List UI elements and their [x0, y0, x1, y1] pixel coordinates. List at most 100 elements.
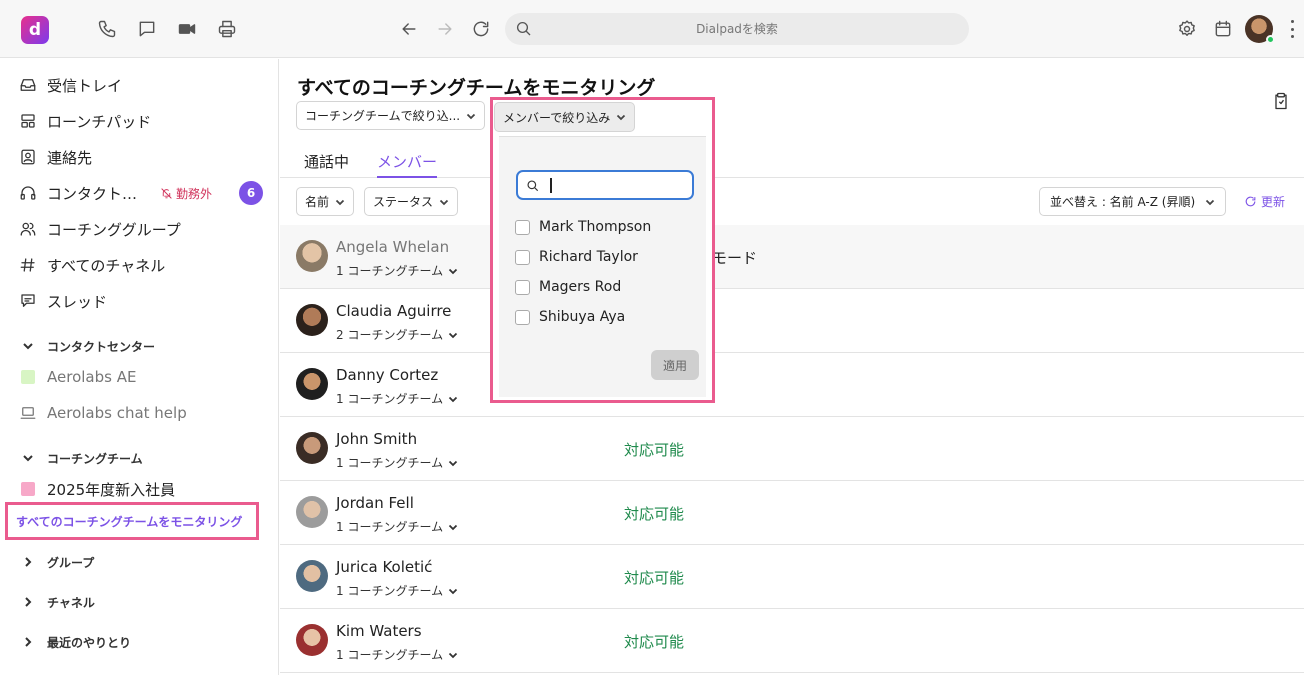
reload-icon[interactable] — [469, 17, 493, 41]
member-option[interactable]: Richard Taylor — [515, 247, 638, 267]
section-coaching-team[interactable]: コーチングチーム — [0, 446, 279, 470]
chevron-down-icon — [448, 332, 458, 338]
name-filter[interactable]: 名前 — [296, 187, 355, 216]
search-icon — [516, 21, 531, 36]
forward-arrow-icon[interactable] — [433, 17, 457, 41]
more-menu-icon[interactable] — [1289, 20, 1295, 38]
hash-icon — [18, 255, 38, 275]
sidebar-item-label: 受信トレイ — [47, 76, 123, 95]
settings-icon[interactable] — [1175, 17, 1199, 41]
sidebar-item-2025-new-hires[interactable]: 2025年度新入社員 — [0, 474, 279, 504]
unread-count-badge: 6 — [239, 181, 263, 205]
coaching-team-count[interactable]: 1 コーチングチーム — [336, 390, 458, 407]
table-row[interactable]: Claudia Aguirre 2 コーチングチーム — [280, 289, 1304, 353]
section-groups[interactable]: グループ — [0, 550, 279, 574]
coaching-team-count[interactable]: 1 コーチングチーム — [336, 518, 458, 535]
table-row[interactable]: Jurica Koletić 1 コーチングチーム 対応可能 — [280, 545, 1304, 609]
sidebar-item-contacts[interactable]: 連絡先 — [0, 142, 279, 172]
coaching-team-count[interactable]: 1 コーチングチーム — [336, 646, 458, 663]
table-row[interactable]: Jordan Fell 1 コーチングチーム 対応可能 — [280, 481, 1304, 545]
checkbox[interactable] — [515, 309, 530, 325]
chat-icon[interactable] — [135, 17, 159, 41]
refresh-button[interactable]: 更新 — [1244, 193, 1285, 210]
member-filter-popover: メンバーで絞り込み Mark Thompson Richard Taylor M… — [490, 97, 715, 403]
member-search-input[interactable] — [548, 177, 688, 193]
member-filter-button[interactable]: メンバーで絞り込み — [494, 102, 636, 132]
sidebar-item-launchpad[interactable]: ローンチパッド — [0, 106, 279, 136]
coaching-team-count[interactable]: 1 コーチングチーム — [336, 454, 458, 471]
main-content: すべてのコーチングチームをモニタリング コーチングチームで絞り込... 通話中 … — [280, 59, 1304, 675]
checkbox[interactable] — [515, 219, 530, 235]
apply-button[interactable]: 適用 — [651, 350, 699, 380]
sidebar-item-label: コンタクト… — [47, 184, 138, 203]
phone-icon[interactable] — [95, 17, 119, 41]
sidebar-item-coaching-groups[interactable]: コーチンググループ — [0, 214, 279, 244]
sidebar-item-contact-center[interactable]: コンタクト… 勤務外 6 — [0, 178, 279, 208]
sidebar-item-label: コーチンググループ — [47, 220, 181, 239]
tab-bar: 通話中 メンバー — [280, 145, 1304, 178]
tab-members[interactable]: メンバー — [377, 151, 438, 178]
global-search[interactable] — [505, 13, 969, 45]
sort-dropdown[interactable]: 並べ替え : 名前 A-Z (昇順) — [1039, 187, 1226, 216]
coaching-team-count[interactable]: 1 コーチングチーム — [336, 582, 458, 599]
status-available: 対応可能 — [624, 441, 685, 459]
sidebar: 受信トレイ ローンチパッド 連絡先 コンタクト… 勤務外 6 コーチンググループ… — [0, 59, 279, 675]
table-row[interactable]: Danny Cortez 1 コーチングチーム — [280, 353, 1304, 417]
off-duty-status: 勤務外 — [160, 185, 212, 202]
back-arrow-icon[interactable] — [397, 17, 421, 41]
launchpad-icon — [18, 111, 38, 131]
people-icon — [18, 219, 38, 239]
sidebar-item-inbox[interactable]: 受信トレイ — [0, 70, 279, 100]
sidebar-item-label: 2025年度新入社員 — [47, 480, 176, 499]
calendar-icon[interactable] — [1211, 17, 1235, 41]
sidebar-item-aerolabs-ae[interactable]: Aerolabs AE — [0, 362, 279, 392]
coaching-team-filter[interactable]: コーチングチームで絞り込... — [296, 101, 486, 130]
member-search-field[interactable] — [516, 170, 694, 200]
member-option[interactable]: Magers Rod — [515, 277, 621, 297]
global-search-input[interactable] — [505, 13, 969, 45]
chevron-right-icon — [22, 636, 34, 648]
sidebar-item-aerolabs-chat-help[interactable]: Aerolabs chat help — [0, 398, 279, 428]
coaching-team-count[interactable]: 1 コーチングチーム — [336, 262, 458, 279]
status-available: 対応可能 — [624, 569, 685, 587]
sidebar-item-monitor-all-coaching-teams[interactable]: すべてのコーチングチームをモニタリング — [5, 502, 259, 540]
chevron-down-icon — [439, 199, 449, 205]
color-swatch — [21, 370, 35, 384]
clipboard-icon[interactable] — [1271, 91, 1293, 113]
section-recent[interactable]: 最近のやりとり — [0, 630, 279, 654]
video-icon[interactable] — [175, 17, 199, 41]
printer-icon[interactable] — [215, 17, 239, 41]
status-filter[interactable]: ステータス — [364, 187, 459, 216]
text-cursor — [550, 178, 552, 193]
table-row[interactable]: Kim Waters 1 コーチングチーム 対応可能 — [280, 609, 1304, 673]
laptop-icon — [18, 403, 38, 423]
checkbox[interactable] — [515, 279, 530, 295]
chevron-down-icon — [448, 652, 458, 658]
chevron-down-icon — [466, 113, 476, 119]
chevron-down-icon — [617, 114, 626, 121]
sidebar-item-all-channels[interactable]: すべてのチャネル — [0, 250, 279, 280]
avatar — [296, 432, 328, 464]
table-row[interactable]: Angela Whelan 1 コーチングチーム モード — [280, 225, 1304, 289]
sidebar-item-threads[interactable]: スレッド — [0, 286, 279, 316]
chevron-down-icon — [448, 460, 458, 466]
section-contact-center[interactable]: コンタクトセンター — [0, 334, 279, 358]
sidebar-item-label: 連絡先 — [47, 148, 93, 167]
dialpad-logo-icon[interactable]: d — [21, 16, 49, 44]
checkbox[interactable] — [515, 249, 530, 265]
table-row[interactable]: John Smith 1 コーチングチーム 対応可能 — [280, 417, 1304, 481]
member-option[interactable]: Mark Thompson — [515, 217, 651, 237]
coaching-team-count[interactable]: 2 コーチングチーム — [336, 326, 458, 343]
color-swatch — [21, 482, 35, 496]
status-available: 対応可能 — [624, 633, 685, 651]
status-available: 対応可能 — [624, 505, 685, 523]
section-channels[interactable]: チャネル — [0, 590, 279, 614]
avatar — [296, 560, 328, 592]
refresh-icon — [1245, 196, 1256, 207]
avatar — [296, 496, 328, 528]
sidebar-item-label: スレッド — [47, 292, 108, 311]
avatar — [296, 304, 328, 336]
member-option[interactable]: Shibuya Aya — [515, 307, 625, 327]
headset-icon — [18, 183, 38, 203]
tab-on-call[interactable]: 通話中 — [304, 151, 349, 178]
